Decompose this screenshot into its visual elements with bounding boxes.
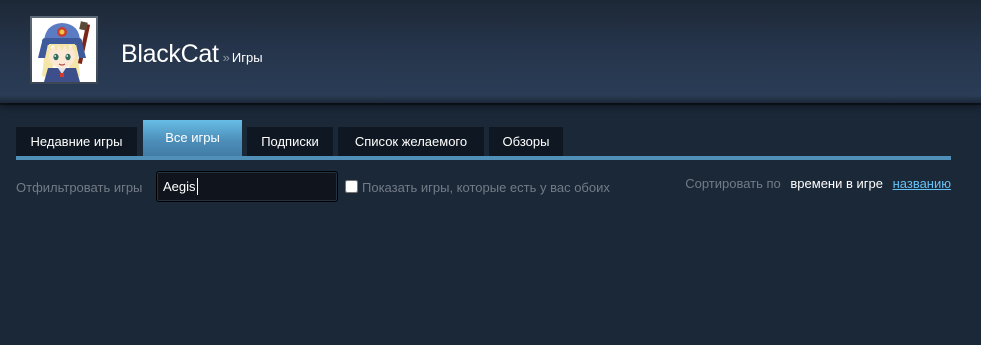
sort-label: Сортировать по — [685, 176, 781, 191]
profile-name-link[interactable]: BlackCat — [121, 40, 219, 68]
sort-controls: Сортировать по времени в игре названию — [685, 176, 951, 191]
breadcrumb-current-page: Игры — [231, 50, 263, 65]
tab-subscriptions[interactable]: Подписки — [247, 127, 333, 157]
profile-header: BlackCat» Игры — [0, 0, 981, 105]
tab-recent-games[interactable]: Недавние игры — [16, 127, 137, 157]
tab-wishlist[interactable]: Список желаемого — [338, 127, 484, 157]
show-shared-games-checkbox[interactable] — [345, 180, 358, 193]
breadcrumb-separator: » — [222, 50, 230, 65]
filter-label: Отфильтровать игры — [16, 180, 143, 195]
avatar[interactable] — [30, 16, 98, 84]
profile-games-page: BlackCat» Игры Недавние игры Все игры Под… — [0, 0, 981, 345]
text-cursor — [197, 178, 198, 195]
sort-by-name-link[interactable]: названию — [893, 176, 951, 191]
profile-breadcrumb: BlackCat» Игры — [121, 40, 263, 69]
header-shadow — [0, 95, 981, 105]
filter-games-input[interactable] — [156, 171, 338, 202]
sort-by-playtime-option[interactable]: времени в игре — [790, 176, 883, 191]
show-shared-games-label[interactable]: Показать игры, которые есть у вас обоих — [362, 180, 610, 195]
anime-girl-avatar-icon — [32, 18, 96, 82]
tab-all-games[interactable]: Все игры — [143, 120, 242, 157]
tab-reviews[interactable]: Обзоры — [489, 127, 563, 157]
tabs-underline — [16, 156, 951, 160]
